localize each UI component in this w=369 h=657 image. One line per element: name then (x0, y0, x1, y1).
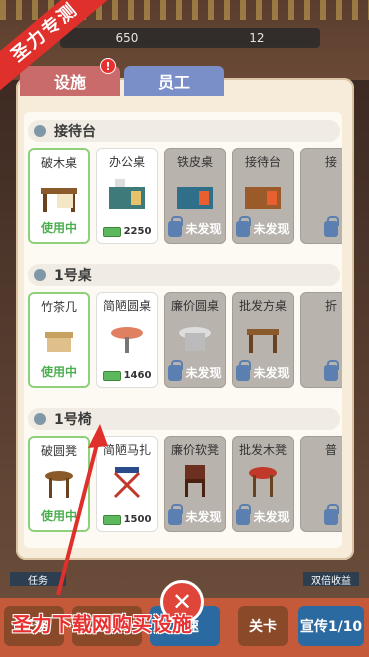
locked-status (301, 504, 342, 525)
item-name: 破木桌 (40, 156, 77, 170)
item-card[interactable]: 廉价软凳 未发现 (164, 436, 226, 532)
coins-value: 650 (115, 31, 139, 45)
price-value: 2250 (123, 226, 152, 237)
lock-icon (324, 504, 339, 525)
lock-icon (236, 215, 252, 237)
level-value: 12 (249, 31, 265, 45)
cash-icon (102, 370, 121, 381)
item-card[interactable]: 办公桌 2250 (96, 148, 158, 244)
reception-desk-icon (245, 187, 281, 209)
item-name: 办公桌 (108, 155, 145, 169)
locked-status (301, 360, 342, 381)
item-name: 廉价圆桌 (170, 299, 219, 313)
tab-bar: 设施 ! 员工 (20, 58, 224, 96)
round-table-icon (111, 327, 143, 353)
section-header: 1号桌 (28, 264, 340, 286)
double-income-tag: 双倍收益 (303, 572, 359, 587)
lock-icon (236, 503, 252, 525)
item-name: 折 (324, 299, 337, 313)
item-name: 接待台 (244, 155, 281, 169)
alert-badge: ! (100, 58, 116, 74)
bamboo-table-icon (45, 332, 73, 352)
promo-caption: 圣力下载网购买设施 (12, 612, 192, 636)
item-card[interactable]: 铁皮桌 未发现 (164, 148, 226, 244)
price-value: 1460 (123, 370, 152, 381)
item-name: 批发方桌 (238, 299, 287, 313)
locked-status: 未发现 (165, 359, 225, 381)
lock-icon (168, 359, 184, 381)
bullet-icon (34, 269, 46, 281)
locked-status: 未发现 (165, 215, 225, 237)
item-card[interactable]: 简陋圆桌 1460 (96, 292, 158, 388)
cash-icon (102, 226, 121, 237)
lock-icon (236, 359, 252, 381)
item-card[interactable]: 接 (300, 148, 342, 244)
item-card[interactable]: 竹茶几 使用中 (28, 292, 90, 388)
item-card[interactable]: 批发木凳 未发现 (232, 436, 294, 532)
soft-stool-icon (185, 465, 205, 497)
item-name: 批发木凳 (238, 443, 287, 457)
item-name: 简陋马扎 (102, 443, 151, 457)
item-card[interactable]: 廉价圆桌 未发现 (164, 292, 226, 388)
item-name: 廉价软凳 (170, 443, 219, 457)
item-card[interactable]: 普 (300, 436, 342, 532)
item-name: 铁皮桌 (176, 155, 213, 169)
wooden-desk-icon (41, 188, 77, 212)
locked-status (301, 216, 342, 237)
lock-icon (324, 360, 339, 381)
lock-icon (324, 216, 339, 237)
using-label: 使用中 (40, 221, 77, 235)
item-card[interactable]: 破木桌 使用中 (28, 148, 90, 244)
metal-desk-icon (177, 187, 213, 209)
section-reception: 接待台 破木桌 使用中 办公桌 2250 铁皮桌 未发现 接待台 未发现 接 (28, 120, 342, 244)
locked-label: 未发现 (253, 222, 290, 236)
locked-label: 未发现 (185, 366, 222, 380)
item-row: 破木桌 使用中 办公桌 2250 铁皮桌 未发现 接待台 未发现 接 (28, 148, 342, 244)
bullet-icon (34, 413, 46, 425)
item-card[interactable]: 折 (300, 292, 342, 388)
price-value: 1500 (123, 514, 152, 525)
tab-staff[interactable]: 员工 (124, 66, 224, 96)
locked-label: 未发现 (253, 366, 290, 380)
item-name: 普 (324, 443, 337, 457)
top-status-bar: 650 12 (60, 28, 320, 48)
cheap-round-table-icon (179, 327, 211, 351)
item-name: 简陋圆桌 (102, 299, 151, 313)
tab-facility[interactable]: 设施 ! (20, 58, 120, 96)
item-card[interactable]: 批发方桌 未发现 (232, 292, 294, 388)
level-button[interactable]: 关卡 (238, 606, 288, 646)
bullet-icon (34, 125, 46, 137)
locked-status: 未发现 (233, 503, 293, 525)
lock-icon (168, 215, 184, 237)
using-label: 使用中 (40, 365, 77, 379)
tab-facility-label: 设施 (53, 73, 86, 92)
item-row: 竹茶几 使用中 简陋圆桌 1460 廉价圆桌 未发现 批发方桌 未发现 折 (28, 292, 342, 388)
item-name: 竹茶几 (40, 300, 77, 314)
section-table: 1号桌 竹茶几 使用中 简陋圆桌 1460 廉价圆桌 未发现 批发方桌 未发现 (28, 264, 342, 388)
locked-label: 未发现 (185, 510, 222, 524)
lock-icon (168, 503, 184, 525)
price-tag: 2250 (97, 226, 157, 237)
section-title: 接待台 (54, 124, 96, 140)
price-tag: 1460 (97, 370, 157, 381)
arrow-annotation (56, 424, 108, 596)
section-header: 接待台 (28, 120, 340, 142)
folding-stool-icon (113, 467, 141, 499)
tab-staff-label: 员工 (157, 73, 190, 92)
locked-label: 未发现 (253, 510, 290, 524)
promote-button[interactable]: 宣传1/10 (298, 606, 364, 646)
section-title: 1号桌 (54, 268, 92, 284)
wooden-stool-icon (249, 467, 277, 497)
office-desk-icon (109, 179, 145, 209)
locked-label: 未发现 (185, 222, 222, 236)
locked-status: 未发现 (233, 215, 293, 237)
square-table-icon (247, 329, 279, 353)
locked-status: 未发现 (165, 503, 225, 525)
item-name: 接 (324, 155, 337, 169)
locked-status: 未发现 (233, 359, 293, 381)
item-card[interactable]: 接待台 未发现 (232, 148, 294, 244)
